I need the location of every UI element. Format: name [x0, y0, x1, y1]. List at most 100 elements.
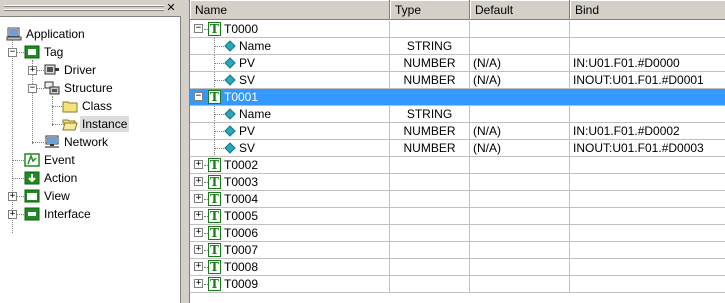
default-cell[interactable]: [470, 89, 570, 105]
expand-icon[interactable]: +: [194, 160, 203, 169]
type-cell[interactable]: NUMBER: [390, 55, 470, 71]
bind-cell[interactable]: [570, 157, 725, 173]
default-cell[interactable]: [470, 174, 570, 190]
name-cell[interactable]: + T T0002: [190, 157, 390, 173]
tag-member-row[interactable]: SV NUMBER (N/A) INOUT:U01.F01.#D0003: [190, 140, 725, 157]
tree-item-application[interactable]: Application: [0, 25, 180, 43]
expand-icon[interactable]: +: [194, 177, 203, 186]
name-cell[interactable]: + T T0005: [190, 208, 390, 224]
tag-instance-row[interactable]: + T T0004: [190, 191, 725, 208]
bind-cell[interactable]: IN:U01.F01.#D0002: [570, 123, 725, 139]
name-cell[interactable]: + T T0007: [190, 242, 390, 258]
collapse-icon[interactable]: −: [194, 24, 203, 33]
type-cell[interactable]: NUMBER: [390, 72, 470, 88]
name-cell[interactable]: + T T0006: [190, 225, 390, 241]
default-cell[interactable]: (N/A): [470, 55, 570, 71]
bind-cell[interactable]: [570, 191, 725, 207]
tag-instance-row[interactable]: + T T0003: [190, 174, 725, 191]
type-cell[interactable]: NUMBER: [390, 123, 470, 139]
default-cell[interactable]: [470, 21, 570, 37]
bind-cell[interactable]: IN:U01.F01.#D0000: [570, 55, 725, 71]
name-cell[interactable]: + T T0004: [190, 191, 390, 207]
bind-cell[interactable]: [570, 174, 725, 190]
column-header-name[interactable]: Name: [190, 0, 390, 20]
tree-item-structure[interactable]: − Structure: [0, 79, 180, 97]
type-cell[interactable]: [390, 208, 470, 224]
bind-cell[interactable]: [570, 21, 725, 37]
type-cell[interactable]: [390, 276, 470, 292]
bind-cell[interactable]: INOUT:U01.F01.#D0001: [570, 72, 725, 88]
tag-instance-row[interactable]: + T T0009: [190, 276, 725, 293]
name-cell[interactable]: PV: [190, 55, 390, 71]
name-cell[interactable]: Name: [190, 38, 390, 54]
close-pane-button[interactable]: ✕: [164, 2, 178, 15]
collapse-icon[interactable]: −: [8, 48, 17, 57]
tag-member-row[interactable]: PV NUMBER (N/A) IN:U01.F01.#D0002: [190, 123, 725, 140]
default-cell[interactable]: (N/A): [470, 123, 570, 139]
name-cell[interactable]: SV: [190, 140, 390, 156]
tag-instance-row[interactable]: + T T0002: [190, 157, 725, 174]
default-cell[interactable]: [470, 276, 570, 292]
bind-cell[interactable]: [570, 276, 725, 292]
tree-item-action[interactable]: Action: [0, 169, 180, 187]
type-cell[interactable]: [390, 191, 470, 207]
tag-instance-row[interactable]: + T T0006: [190, 225, 725, 242]
expand-icon[interactable]: +: [8, 192, 17, 201]
column-header-default[interactable]: Default: [470, 0, 570, 20]
tag-member-row[interactable]: Name STRING: [190, 106, 725, 123]
name-cell[interactable]: − T T0000: [190, 21, 390, 37]
name-cell[interactable]: − T T0001: [190, 89, 390, 105]
tag-instance-row[interactable]: − T T0001: [190, 89, 725, 106]
tag-instance-row[interactable]: − T T0000: [190, 21, 725, 38]
default-cell[interactable]: [470, 157, 570, 173]
expand-icon[interactable]: +: [194, 228, 203, 237]
default-cell[interactable]: [470, 242, 570, 258]
tag-member-row[interactable]: Name STRING: [190, 38, 725, 55]
bind-cell[interactable]: [570, 38, 725, 54]
tree-item-driver[interactable]: + Driver: [0, 61, 180, 79]
default-cell[interactable]: [470, 225, 570, 241]
default-cell[interactable]: (N/A): [470, 140, 570, 156]
expand-icon[interactable]: +: [194, 279, 203, 288]
default-cell[interactable]: [470, 208, 570, 224]
bind-cell[interactable]: [570, 242, 725, 258]
default-cell[interactable]: (N/A): [470, 72, 570, 88]
expand-icon[interactable]: +: [194, 245, 203, 254]
type-cell[interactable]: [390, 21, 470, 37]
bind-cell[interactable]: [570, 106, 725, 122]
expand-icon[interactable]: +: [194, 211, 203, 220]
collapse-icon[interactable]: −: [194, 92, 203, 101]
tag-instance-row[interactable]: + T T0005: [190, 208, 725, 225]
tag-member-row[interactable]: PV NUMBER (N/A) IN:U01.F01.#D0000: [190, 55, 725, 72]
tree-item-class[interactable]: Class: [0, 97, 180, 115]
tree-item-interface[interactable]: + Interface: [0, 205, 180, 223]
tag-member-row[interactable]: SV NUMBER (N/A) INOUT:U01.F01.#D0001: [190, 72, 725, 89]
default-cell[interactable]: [470, 106, 570, 122]
tree-item-view[interactable]: + View: [0, 187, 180, 205]
pane-grip[interactable]: [4, 5, 164, 7]
tree-item-instance[interactable]: Instance: [0, 115, 180, 133]
bind-cell[interactable]: [570, 208, 725, 224]
default-cell[interactable]: [470, 38, 570, 54]
expand-icon[interactable]: +: [194, 262, 203, 271]
tree-item-event[interactable]: Event: [0, 151, 180, 169]
type-cell[interactable]: [390, 242, 470, 258]
name-cell[interactable]: SV: [190, 72, 390, 88]
tag-instance-row[interactable]: + T T0008: [190, 259, 725, 276]
bind-cell[interactable]: [570, 259, 725, 275]
name-cell[interactable]: Name: [190, 106, 390, 122]
default-cell[interactable]: [470, 259, 570, 275]
bind-cell[interactable]: [570, 225, 725, 241]
type-cell[interactable]: [390, 89, 470, 105]
expand-icon[interactable]: +: [28, 66, 37, 75]
column-header-bind[interactable]: Bind: [570, 0, 725, 20]
name-cell[interactable]: + T T0003: [190, 174, 390, 190]
name-cell[interactable]: PV: [190, 123, 390, 139]
tree-item-network[interactable]: Network: [0, 133, 180, 151]
default-cell[interactable]: [470, 191, 570, 207]
type-cell[interactable]: [390, 225, 470, 241]
tree-item-tag[interactable]: − Tag: [0, 43, 180, 61]
bind-cell[interactable]: INOUT:U01.F01.#D0003: [570, 140, 725, 156]
collapse-icon[interactable]: −: [28, 84, 37, 93]
name-cell[interactable]: + T T0008: [190, 259, 390, 275]
